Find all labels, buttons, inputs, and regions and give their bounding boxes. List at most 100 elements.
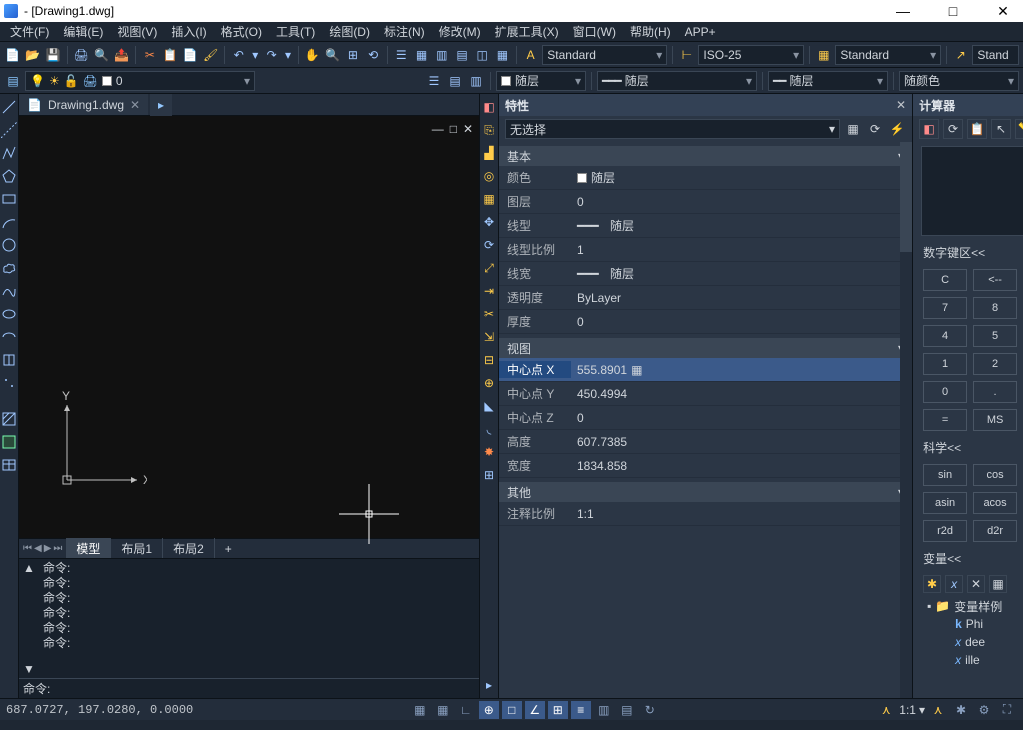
calc-key-C[interactable]: C (923, 269, 967, 291)
lineweight-combo[interactable]: ━━随层▾ (768, 71, 888, 91)
scroll-up-icon[interactable]: ▲ (23, 561, 35, 575)
vp-close-icon[interactable]: ✕ (463, 122, 473, 136)
calc-key-[interactable]: = (923, 409, 967, 431)
tree-var-phi[interactable]: kPhi (927, 615, 1023, 633)
new-icon[interactable]: 📄 (4, 46, 21, 64)
menu-insert[interactable]: 插入(I) (165, 21, 212, 42)
dynamic-icon[interactable]: ⊞ (548, 701, 568, 719)
publish-icon[interactable]: 📤 (113, 46, 130, 64)
prop-width-value[interactable]: 1834.858 (571, 459, 912, 473)
erase-icon[interactable]: ◧ (480, 98, 498, 116)
chamfer-icon[interactable]: ◣ (480, 397, 498, 415)
trim-icon[interactable]: ✂ (480, 305, 498, 323)
grid-icon[interactable]: ▦ (410, 701, 430, 719)
tab-add-layout[interactable]: + (215, 540, 242, 558)
mleaderstyle-icon[interactable]: ↗ (952, 46, 969, 64)
extend-icon[interactable]: ⇲ (480, 328, 498, 346)
layer-iso-icon[interactable]: ▤ (446, 72, 464, 90)
calc-key-sin[interactable]: sin (923, 464, 967, 486)
annoscale-icon[interactable]: ⋏ (876, 701, 896, 719)
dimstyle-combo[interactable]: ISO-25▾ (698, 45, 804, 65)
calc-key-4[interactable]: 4 (923, 325, 967, 347)
menu-modify[interactable]: 修改(M) (433, 21, 487, 42)
quick-select-icon[interactable]: ▦ (844, 120, 862, 138)
lineweight-icon[interactable]: ≡ (571, 701, 591, 719)
osnap-icon[interactable]: □ (502, 701, 522, 719)
calc-paste-icon[interactable]: 📋 (967, 119, 987, 139)
menu-app[interactable]: APP+ (679, 23, 722, 41)
spline-icon[interactable] (0, 282, 18, 300)
line-icon[interactable] (0, 98, 18, 116)
ortho-icon[interactable]: ∟ (456, 701, 476, 719)
color-combo[interactable]: 随层▾ (496, 71, 586, 91)
move-icon[interactable]: ✥ (480, 213, 498, 231)
textstyle-icon[interactable]: A (522, 46, 539, 64)
menu-window[interactable]: 窗口(W) (567, 21, 622, 42)
calc-key-MS[interactable]: MS (973, 409, 1017, 431)
layer-combo[interactable]: 💡☀🔓🖨 0▾ (25, 71, 255, 91)
prop-lineweight-value[interactable]: ━━━ 随层 (571, 265, 912, 282)
calc-key-[interactable]: . (973, 381, 1017, 403)
section-numpad[interactable]: 数字键区<< (913, 240, 1023, 265)
palette-toggle-icon[interactable]: ▸ (480, 676, 498, 694)
rectangle-icon[interactable] (0, 190, 18, 208)
tab-model[interactable]: 模型 (66, 538, 111, 559)
insert-icon[interactable] (0, 351, 18, 369)
menu-file[interactable]: 文件(F) (4, 21, 55, 42)
calc-distance-icon[interactable]: 📏 (1015, 119, 1023, 139)
calc-icon[interactable]: ▦ (494, 46, 511, 64)
calc-key-8[interactable]: 8 (973, 297, 1017, 319)
rotate-icon[interactable]: ⟳ (480, 236, 498, 254)
coordinates[interactable]: 687.0727, 197.0280, 0.0000 (6, 703, 193, 717)
doc-tab-drawing1[interactable]: 📄Drawing1.dwg✕ (19, 94, 148, 115)
new-tab-button[interactable]: ▸ (150, 94, 172, 116)
close-tab-icon[interactable]: ✕ (130, 98, 140, 112)
zoom-window-icon[interactable]: ⊞ (344, 46, 361, 64)
calc-key-cos[interactable]: cos (973, 464, 1017, 486)
calc-key-5[interactable]: 5 (973, 325, 1017, 347)
print-icon[interactable]: 🖨 (73, 46, 90, 64)
calc-key-r2d[interactable]: r2d (923, 520, 967, 542)
maximize-button[interactable]: □ (937, 3, 969, 20)
pan-icon[interactable]: ✋ (304, 46, 321, 64)
command-log[interactable]: 命令:命令:命令: 命令:命令:命令: (39, 559, 479, 678)
tree-var-dee[interactable]: xdee (927, 633, 1023, 651)
selection-combo[interactable]: 无选择▾ (505, 119, 840, 139)
polyline-icon[interactable] (0, 144, 18, 162)
prop-transparency-value[interactable]: ByLayer (571, 291, 912, 305)
match-icon[interactable]: 🖌 (202, 46, 219, 64)
calc-history-icon[interactable]: ⟳ (943, 119, 963, 139)
table-icon[interactable] (0, 456, 18, 474)
designcenter-icon[interactable]: ▦ (413, 46, 430, 64)
calc-key-asin[interactable]: asin (923, 492, 967, 514)
tab-layout1[interactable]: 布局1 (111, 538, 163, 559)
close-button[interactable]: ✕ (987, 3, 1019, 20)
stretch-icon[interactable]: ⇥ (480, 282, 498, 300)
prop-centery-value[interactable]: 450.4994 (571, 387, 912, 401)
menu-express[interactable]: 扩展工具(X) (489, 21, 565, 42)
workspace-icon[interactable]: ⚙ (974, 701, 994, 719)
dropdown-icon[interactable]: ▾ (283, 46, 293, 64)
arc-icon[interactable] (0, 213, 18, 231)
hatch-icon[interactable] (0, 410, 18, 428)
quickprops-icon[interactable]: ▤ (617, 701, 637, 719)
dimstyle-icon[interactable]: ⊢ (678, 46, 695, 64)
calc-key-2[interactable]: 2 (973, 353, 1017, 375)
layout-last-icon[interactable]: ⏭ (53, 543, 62, 554)
calc-key-1[interactable]: 1 (923, 353, 967, 375)
vp-minimize-icon[interactable]: — (432, 122, 444, 136)
var-calc-icon[interactable]: ▦ (989, 575, 1007, 593)
section-other[interactable]: 其他▾ (499, 482, 912, 502)
layout-first-icon[interactable]: ⏮ (23, 543, 32, 554)
var-new-icon[interactable]: ✱ (923, 575, 941, 593)
array-icon[interactable]: ▦ (480, 190, 498, 208)
calc-clear-icon[interactable]: ◧ (919, 119, 939, 139)
menu-view[interactable]: 视图(V) (111, 21, 163, 42)
calc-key-acos[interactable]: acos (973, 492, 1017, 514)
viewport[interactable]: — □ ✕ X Y (19, 116, 479, 538)
calc-key-7[interactable]: 7 (923, 297, 967, 319)
copy-icon[interactable]: 📋 (162, 46, 179, 64)
ellipse-icon[interactable] (0, 305, 18, 323)
plotstyle-combo[interactable]: 随颜色▾ (899, 71, 1019, 91)
prop-height-value[interactable]: 607.7385 (571, 435, 912, 449)
